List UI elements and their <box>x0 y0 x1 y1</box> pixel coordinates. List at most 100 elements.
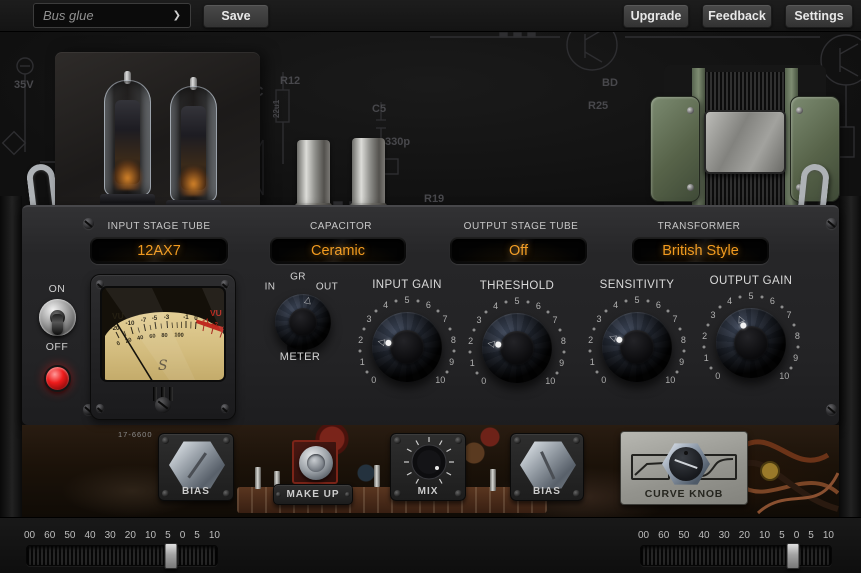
vu-bottom-tick: 100 <box>174 332 184 338</box>
vu-slot <box>169 387 173 401</box>
bias-right-knob[interactable] <box>520 441 576 489</box>
transformer-display[interactable]: British Style <box>632 237 769 264</box>
capacitor-display[interactable]: Ceramic <box>270 237 406 264</box>
bias-left-module: BIAS <box>158 433 234 501</box>
vu-tick-red: +1 <box>202 319 210 325</box>
component-print: 17-6600 <box>118 430 153 439</box>
bias-left-knob[interactable] <box>169 441 225 489</box>
preset-next-arrow-icon[interactable]: ❯ <box>173 10 181 21</box>
vu-screw <box>221 404 229 412</box>
output-gain-knob[interactable]: OUTPUT GAIN 0 1 2 3 4 5 6 7 8 9 10 △ <box>676 261 826 411</box>
vu-adjust-screw[interactable] <box>155 397 171 413</box>
schematic-label: 22u1 <box>272 99 281 118</box>
tube-amp-scene: 35V C1 2x 550C R12 22u1 C5 330p 00 R19 B… <box>0 32 861 207</box>
schematic-label: R12 <box>280 75 300 87</box>
slider-tick-label: 5 <box>194 530 200 541</box>
save-button[interactable]: Save <box>203 4 269 28</box>
slider-tick-label: 5 <box>165 530 171 541</box>
vacuum-tube-right <box>166 77 221 207</box>
slider-tick-label: 20 <box>124 530 136 541</box>
slider-tick-label: 00 <box>24 530 36 541</box>
output-stage-tube-value: Off <box>508 242 529 259</box>
schematic-label: R19 <box>424 193 444 205</box>
right-slider-scale: 00 60 50 40 30 20 10 5 0 5 10 <box>638 530 834 541</box>
power-led <box>44 365 71 392</box>
power-off-label: OFF <box>45 341 69 353</box>
schematic-label: C5 <box>372 103 386 115</box>
slider-tick-label: 40 <box>698 530 710 541</box>
upgrade-button[interactable]: Upgrade <box>623 4 689 28</box>
makeup-label: MAKE UP <box>286 489 340 500</box>
mix-label: MIX <box>417 486 439 497</box>
slider-tick-label: 20 <box>738 530 750 541</box>
left-slider[interactable] <box>26 543 218 569</box>
vu-tick: -1 <box>183 314 189 321</box>
makeup-module <box>292 440 338 484</box>
makeup-label-plate: MAKE UP <box>273 484 353 505</box>
capacitor-can-right <box>350 138 387 207</box>
slider-tick-label: 60 <box>658 530 670 541</box>
power-on-label: ON <box>48 283 66 295</box>
feedback-button[interactable]: Feedback <box>702 4 772 28</box>
slider-tick-label: 60 <box>44 530 56 541</box>
slider-tick-label: 30 <box>718 530 730 541</box>
preset-selector[interactable]: Bus glue ❯ <box>33 3 191 28</box>
panel-screw <box>826 218 837 229</box>
slider-tick-label: 0 <box>179 530 186 541</box>
makeup-knob[interactable] <box>299 446 333 480</box>
mix-module: MIX <box>390 433 466 501</box>
schematic-label: 35V <box>14 79 34 91</box>
chassis-interior: 17-6600 BIAS MAKE UP MIX BIAS CURVE KNOB <box>22 425 839 517</box>
schematic-label: BD <box>602 77 618 89</box>
output-stage-tube-display[interactable]: Off <box>450 237 587 264</box>
meter-switch-label: METER <box>279 351 321 363</box>
vu-screw <box>96 404 104 412</box>
left-slider-scale: 00 60 50 40 30 20 10 5 0 5 10 <box>24 530 220 541</box>
slider-tick-label: 10 <box>208 530 220 541</box>
slider-tick-label: 5 <box>808 530 814 541</box>
curve-knob-label: CURVE KNOB <box>644 488 724 500</box>
schematic-label: R25 <box>588 100 608 112</box>
capacitor-label: CAPACITOR <box>310 221 372 232</box>
rack-rail-left <box>0 196 22 517</box>
tube-amp-box <box>55 52 260 207</box>
vu-meter: -20 -10 -7 -5 -3 -1 0 +1 +2 +3 0 20 40 6… <box>100 286 226 382</box>
slider-tick-label: 00 <box>638 530 650 541</box>
curve-module: CURVE KNOB <box>620 431 748 505</box>
slider-tick-label: 30 <box>104 530 116 541</box>
plugin-window: 35V C1 2x 550C R12 22u1 C5 330p 00 R19 B… <box>0 0 861 573</box>
right-slider-handle[interactable] <box>786 543 800 569</box>
standoff-pin <box>490 469 496 491</box>
right-slider[interactable] <box>640 543 832 569</box>
standoff-pin <box>255 467 261 489</box>
toolbar: Bus glue ❯ Save Upgrade Feedback Setting… <box>0 0 861 32</box>
transformer-value: British Style <box>662 242 739 259</box>
slider-tick-label: 50 <box>678 530 690 541</box>
bottom-bar: 00 60 50 40 30 20 10 5 0 5 10 00 60 50 40 30 20 10 5 0 5 10 <box>0 517 861 573</box>
right-rack-handle <box>797 162 831 207</box>
bias-right-label: BIAS <box>533 486 561 497</box>
slider-tick-label: 10 <box>144 530 157 541</box>
rack-rail-right <box>839 196 861 517</box>
input-stage-tube-display[interactable]: 12AX7 <box>90 237 228 264</box>
input-stage-tube-value: 12AX7 <box>137 242 181 259</box>
settings-button[interactable]: Settings <box>785 4 853 28</box>
mix-knob[interactable] <box>402 435 456 489</box>
wire-tangle <box>740 439 839 515</box>
slider-tick-label: 10 <box>822 530 834 541</box>
left-slider-handle[interactable] <box>164 543 178 569</box>
vu-tick: 0 <box>194 315 198 322</box>
output-stage-tube-label: OUTPUT STAGE TUBE <box>463 221 579 232</box>
input-stage-tube-label: INPUT STAGE TUBE <box>107 221 211 232</box>
slider-tick-label: 5 <box>779 530 785 541</box>
vu-unit-left: VU <box>112 311 124 321</box>
vacuum-tube-left <box>100 71 155 207</box>
standoff-pin <box>374 465 380 487</box>
bias-left-label: BIAS <box>182 486 210 497</box>
panel-screw <box>826 404 837 415</box>
power-toggle[interactable] <box>39 299 76 336</box>
slider-tick-label: 10 <box>758 530 771 541</box>
schematic-label: 330p <box>385 136 410 148</box>
slider-tick-label: 0 <box>793 530 800 541</box>
capacitor-can-left <box>295 140 332 207</box>
